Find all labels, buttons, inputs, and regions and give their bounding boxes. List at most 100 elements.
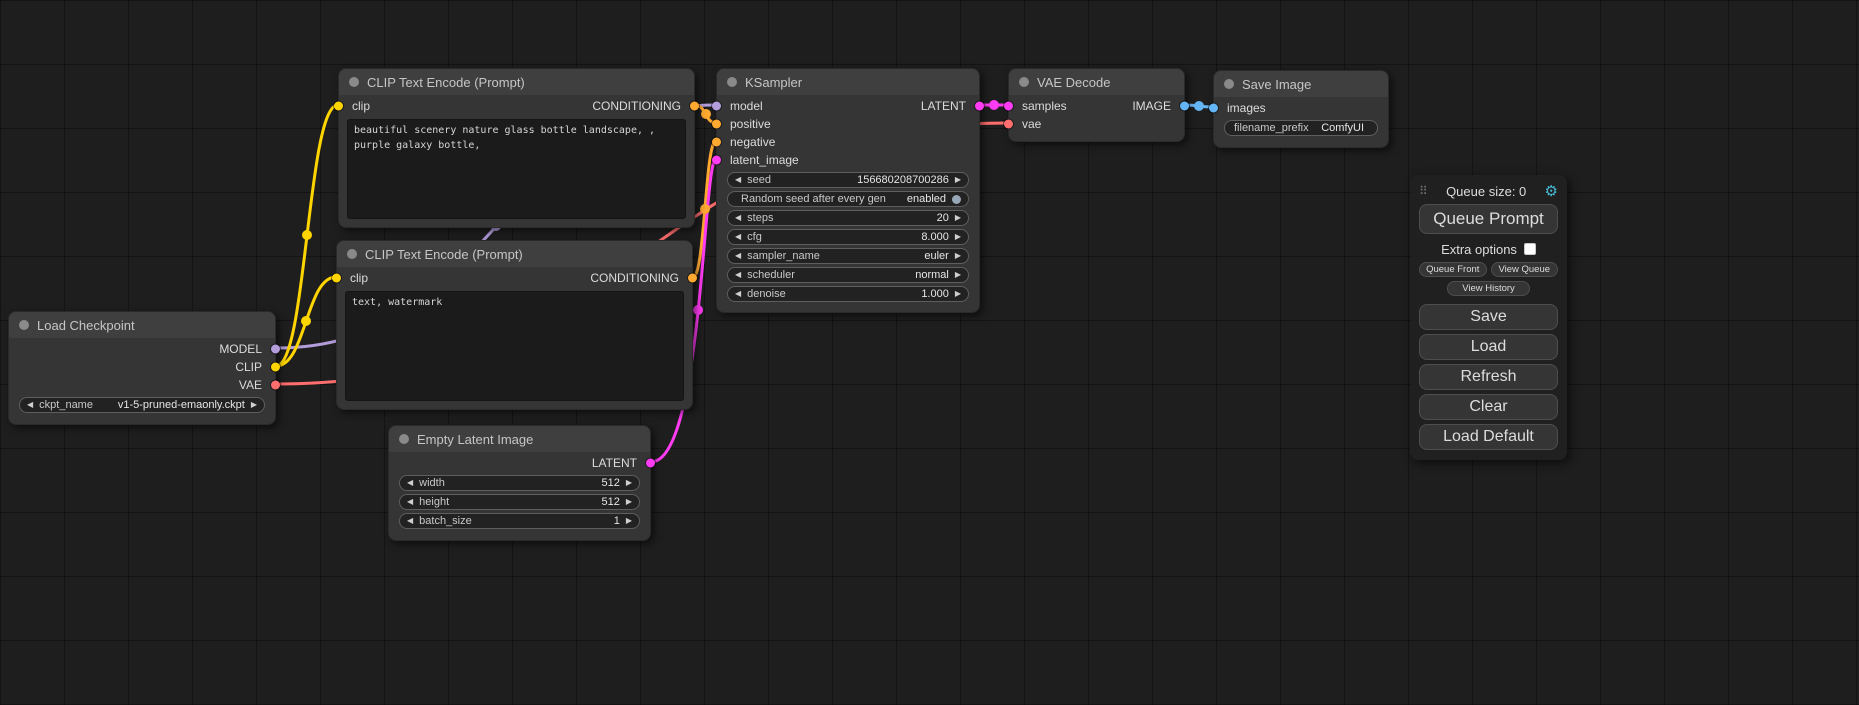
latent-port-icon[interactable] bbox=[646, 459, 655, 468]
increment-icon[interactable]: ▶ bbox=[626, 498, 632, 506]
save-button[interactable]: Save bbox=[1419, 304, 1558, 330]
load-button[interactable]: Load bbox=[1419, 334, 1558, 360]
output-slot-vae[interactable]: VAE bbox=[9, 376, 275, 394]
clear-button[interactable]: Clear bbox=[1419, 394, 1558, 420]
clip-port-icon[interactable] bbox=[271, 363, 280, 372]
node-graph-canvas[interactable]: Load Checkpoint MODEL CLIP VAE ◀ ckpt_na… bbox=[0, 0, 1859, 705]
increment-icon[interactable]: ▶ bbox=[955, 252, 961, 260]
decrement-icon[interactable]: ◀ bbox=[735, 290, 741, 298]
node-ksampler[interactable]: KSampler model LATENT positive negative bbox=[716, 68, 980, 313]
clip-port-icon[interactable] bbox=[334, 102, 343, 111]
extra-options-checkbox[interactable] bbox=[1524, 243, 1536, 255]
increment-icon[interactable]: ▶ bbox=[955, 233, 961, 241]
input-slot-vae[interactable]: vae bbox=[1009, 115, 1184, 133]
widget-scheduler[interactable]: ◀ scheduler normal ▶ bbox=[727, 267, 969, 283]
node-title-bar[interactable]: CLIP Text Encode (Prompt) bbox=[337, 241, 692, 267]
decrement-icon[interactable]: ◀ bbox=[735, 214, 741, 222]
toggle-knob-icon[interactable] bbox=[952, 195, 961, 204]
model-port-icon[interactable] bbox=[712, 102, 721, 111]
output-slot-conditioning[interactable]: CONDITIONING bbox=[590, 269, 692, 287]
widget-batch-size[interactable]: ◀ batch_size 1 ▶ bbox=[399, 513, 640, 529]
decrement-icon[interactable]: ◀ bbox=[735, 233, 741, 241]
node-collapse-icon[interactable] bbox=[1224, 79, 1234, 89]
node-empty-latent-image[interactable]: Empty Latent Image LATENT ◀ width 512 ▶ … bbox=[388, 425, 651, 541]
node-title-bar[interactable]: Load Checkpoint bbox=[9, 312, 275, 338]
conditioning-port-icon[interactable] bbox=[712, 120, 721, 129]
latent-port-icon[interactable] bbox=[1004, 102, 1013, 111]
input-slot-clip[interactable]: clip bbox=[339, 97, 370, 115]
widget-filename-prefix[interactable]: filename_prefix ComfyUI bbox=[1224, 120, 1378, 136]
increment-icon[interactable]: ▶ bbox=[955, 214, 961, 222]
output-slot-clip[interactable]: CLIP bbox=[9, 358, 275, 376]
node-collapse-icon[interactable] bbox=[399, 434, 409, 444]
input-slot-images[interactable]: images bbox=[1214, 99, 1388, 117]
negative-prompt-textarea[interactable]: text, watermark bbox=[345, 291, 684, 401]
node-collapse-icon[interactable] bbox=[19, 320, 29, 330]
latent-port-icon[interactable] bbox=[975, 102, 984, 111]
vae-port-icon[interactable] bbox=[1004, 120, 1013, 129]
input-slot-model[interactable]: model bbox=[717, 97, 763, 115]
decrement-icon[interactable]: ◀ bbox=[27, 401, 33, 409]
widget-width[interactable]: ◀ width 512 ▶ bbox=[399, 475, 640, 491]
decrement-icon[interactable]: ◀ bbox=[407, 517, 413, 525]
increment-icon[interactable]: ▶ bbox=[955, 271, 961, 279]
vae-port-icon[interactable] bbox=[271, 381, 280, 390]
decrement-icon[interactable]: ◀ bbox=[735, 271, 741, 279]
input-slot-latent-image[interactable]: latent_image bbox=[717, 151, 979, 169]
node-collapse-icon[interactable] bbox=[1019, 77, 1029, 87]
increment-icon[interactable]: ▶ bbox=[626, 517, 632, 525]
decrement-icon[interactable]: ◀ bbox=[407, 498, 413, 506]
input-slot-positive[interactable]: positive bbox=[717, 115, 979, 133]
decrement-icon[interactable]: ◀ bbox=[407, 479, 413, 487]
node-title-bar[interactable]: CLIP Text Encode (Prompt) bbox=[339, 69, 694, 95]
widget-cfg[interactable]: ◀ cfg 8.000 ▶ bbox=[727, 229, 969, 245]
view-history-button[interactable]: View History bbox=[1447, 281, 1530, 296]
clip-port-icon[interactable] bbox=[332, 274, 341, 283]
positive-prompt-textarea[interactable]: beautiful scenery nature glass bottle la… bbox=[347, 119, 686, 219]
queue-prompt-button[interactable]: Queue Prompt bbox=[1419, 204, 1558, 234]
node-title-bar[interactable]: VAE Decode bbox=[1009, 69, 1184, 95]
node-collapse-icon[interactable] bbox=[347, 249, 357, 259]
widget-sampler-name[interactable]: ◀ sampler_name euler ▶ bbox=[727, 248, 969, 264]
node-clip-text-encode-negative[interactable]: CLIP Text Encode (Prompt) clip CONDITION… bbox=[336, 240, 693, 410]
output-slot-conditioning[interactable]: CONDITIONING bbox=[592, 97, 694, 115]
widget-steps[interactable]: ◀ steps 20 ▶ bbox=[727, 210, 969, 226]
node-collapse-icon[interactable] bbox=[349, 77, 359, 87]
node-title-bar[interactable]: Save Image bbox=[1214, 71, 1388, 97]
node-title-bar[interactable]: Empty Latent Image bbox=[389, 426, 650, 452]
output-slot-latent[interactable]: LATENT bbox=[389, 454, 650, 472]
node-vae-decode[interactable]: VAE Decode samples IMAGE vae bbox=[1008, 68, 1185, 142]
node-collapse-icon[interactable] bbox=[727, 77, 737, 87]
drag-handle-icon[interactable]: ⠿ bbox=[1419, 184, 1428, 198]
latent-port-icon[interactable] bbox=[712, 156, 721, 165]
queue-front-button[interactable]: Queue Front bbox=[1419, 262, 1487, 277]
load-default-button[interactable]: Load Default bbox=[1419, 424, 1558, 450]
widget-ckpt-name[interactable]: ◀ ckpt_name v1-5-pruned-emaonly.ckpt ▶ bbox=[19, 397, 265, 413]
widget-seed[interactable]: ◀ seed 156680208700286 ▶ bbox=[727, 172, 969, 188]
settings-gear-icon[interactable]: ⚙ bbox=[1545, 182, 1558, 200]
node-clip-text-encode-positive[interactable]: CLIP Text Encode (Prompt) clip CONDITION… bbox=[338, 68, 695, 228]
conditioning-port-icon[interactable] bbox=[712, 138, 721, 147]
increment-icon[interactable]: ▶ bbox=[955, 290, 961, 298]
model-port-icon[interactable] bbox=[271, 345, 280, 354]
widget-random-seed-toggle[interactable]: Random seed after every gen enabled bbox=[727, 191, 969, 207]
refresh-button[interactable]: Refresh bbox=[1419, 364, 1558, 390]
decrement-icon[interactable]: ◀ bbox=[735, 252, 741, 260]
view-queue-button[interactable]: View Queue bbox=[1491, 262, 1559, 277]
widget-denoise[interactable]: ◀ denoise 1.000 ▶ bbox=[727, 286, 969, 302]
increment-icon[interactable]: ▶ bbox=[626, 479, 632, 487]
output-slot-model[interactable]: MODEL bbox=[9, 340, 275, 358]
node-title-bar[interactable]: KSampler bbox=[717, 69, 979, 95]
output-slot-latent[interactable]: LATENT bbox=[921, 97, 979, 115]
node-load-checkpoint[interactable]: Load Checkpoint MODEL CLIP VAE ◀ ckpt_na… bbox=[8, 311, 276, 425]
conditioning-port-icon[interactable] bbox=[688, 274, 697, 283]
widget-height[interactable]: ◀ height 512 ▶ bbox=[399, 494, 640, 510]
increment-icon[interactable]: ▶ bbox=[251, 401, 257, 409]
input-slot-negative[interactable]: negative bbox=[717, 133, 979, 151]
input-slot-samples[interactable]: samples bbox=[1009, 97, 1067, 115]
output-slot-image[interactable]: IMAGE bbox=[1132, 97, 1184, 115]
image-port-icon[interactable] bbox=[1180, 102, 1189, 111]
increment-icon[interactable]: ▶ bbox=[955, 176, 961, 184]
conditioning-port-icon[interactable] bbox=[690, 102, 699, 111]
image-port-icon[interactable] bbox=[1209, 104, 1218, 113]
